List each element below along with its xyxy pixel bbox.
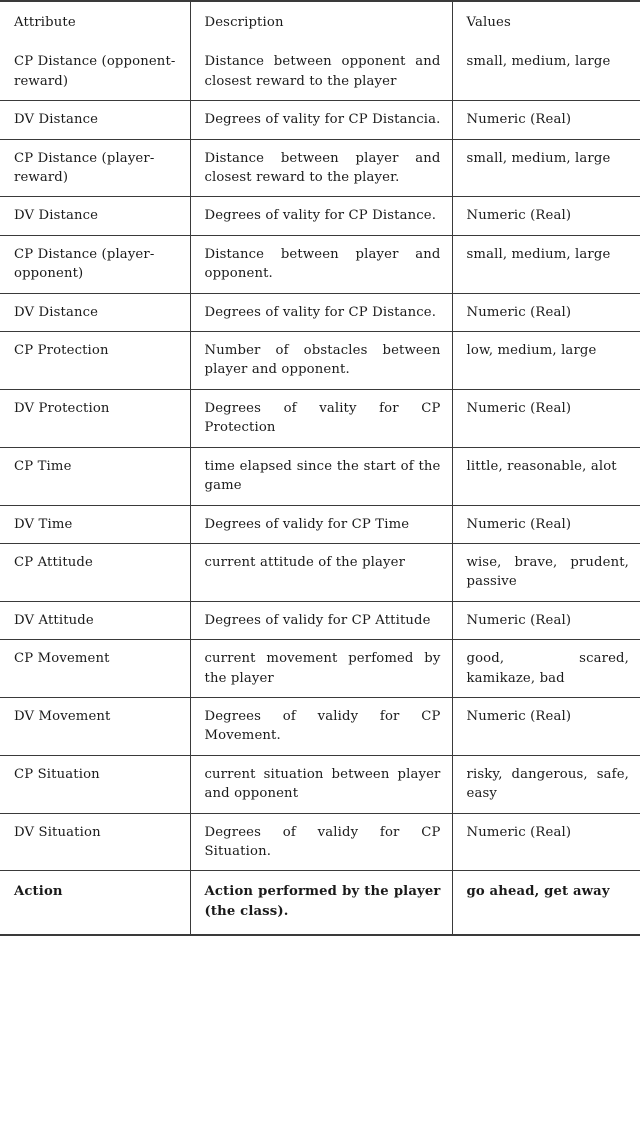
column-header-attribute: Attribute [0,1,191,44]
table-row: CP Attitude current attitude of the playe… [0,543,640,602]
cell-attribute: CP Movement [0,639,191,698]
table-header-row: Attribute Description Values [0,1,640,44]
cell-attribute: CP Attitude [0,543,191,602]
table-row: CP Movement current movement perfomed by … [0,639,640,698]
cell-values: small, medium, large [466,150,611,166]
column-header-description: Description [190,1,453,44]
cell-description: Degrees of vality for CP Distancia. [190,100,453,140]
cell-attribute: DV Distance [0,100,191,140]
cell-description: Degrees of validy for CP Situation. [190,813,453,871]
cell-description: Degrees of validy for CP Time [190,505,453,544]
cell-values: go ahead, get away [466,884,610,900]
cell-description: Number of obstacles between player and o… [190,331,453,390]
table-row: DV Movement Degrees of validy for CP Move… [0,697,640,756]
cell-description: Degrees of vality for CP Distance. [190,293,453,332]
cell-description: Degrees of vality for CP Protection [190,389,453,448]
cell-description: current movement perfomed by the player [190,639,453,698]
table-row: CP Distance (opponent-reward) Distance be… [0,43,640,101]
cell-attribute: DV Attitude [0,601,191,640]
cell-attribute: DV Protection [0,389,191,448]
table-row: DV Distance Degrees of vality for CP Dist… [0,293,640,332]
table-row: DV Protection Degrees of vality for CP Pr… [0,389,640,448]
table-row: CP Distance (player-reward) Distance betw… [0,139,640,197]
cell-description: Distance between opponent and closest re… [190,43,453,101]
cell-description: Degrees of validy for CP Movement. [190,697,453,756]
cell-description: Degrees of vality for CP Distance. [190,196,453,236]
table-row: DV Attitude Degrees of validy for CP Atti… [0,601,640,640]
table-row: CP Time time elapsed since the start of t… [0,447,640,505]
cell-description: current attitude of the player [190,543,453,602]
cell-values: small, medium, large [466,246,611,262]
cell-values: good, scared, kamikaze, bad [466,651,629,686]
cell-values: Numeric (Real) [466,304,572,320]
cell-attribute: CP Protection [0,331,191,390]
cell-values: wise, brave, prudent, passive [466,554,629,590]
cell-values: low, medium, large [466,343,597,359]
table-row: DV Situation Degrees of validy for CP Sit… [0,813,640,871]
cell-attribute: Action [0,870,191,936]
cell-description: current situation between player and opp… [190,755,453,814]
cell-description: Distance between player and closest rewa… [190,139,453,197]
cell-description: Distance between player and opponent. [190,235,453,294]
cell-attribute: CP Distance (opponent-reward) [0,43,191,101]
cell-description: Action performed by the player (the clas… [190,870,453,936]
cell-values: Numeric (Real) [466,612,572,628]
cell-attribute: DV Distance [0,196,191,236]
cell-attribute: CP Distance (player-reward) [0,139,191,197]
cell-values: Numeric (Real) [466,400,572,416]
cell-attribute: CP Distance (player-opponent) [0,235,191,294]
table-row: DV Distance Degrees of vality for CP Dist… [0,100,640,140]
cell-values: little, reasonable, alot [466,458,617,474]
cell-values: Numeric (Real) [466,112,572,128]
cell-attribute: DV Situation [0,813,191,871]
cell-values: Numeric (Real) [466,208,572,224]
column-header-values: Values [466,15,511,30]
table-row: DV Distance Degrees of vality for CP Dist… [0,196,640,236]
table-row: DV Time Degrees of validy for CP Time Nume… [0,505,640,544]
table-row: CP Situation current situation between pl… [0,755,640,814]
attribute-description-table: Attribute Description Values CP Distance… [0,0,640,937]
table-row: CP Protection Number of obstacles between… [0,331,640,390]
table-row: Action Action performed by the player (th… [0,870,640,936]
cell-values: Numeric (Real) [466,708,572,724]
cell-values: risky, dangerous, safe, easy [466,766,629,802]
cell-attribute: CP Situation [0,755,191,814]
table-body: CP Distance (opponent-reward) Distance be… [0,43,640,936]
table-row: CP Distance (player-opponent) Distance be… [0,235,640,294]
cell-attribute: DV Distance [0,293,191,332]
cell-attribute: CP Time [0,447,191,505]
cell-attribute: DV Time [0,505,191,544]
cell-values: Numeric (Real) [466,516,572,532]
cell-description: Degrees of validy for CP Attitude [190,601,453,640]
cell-attribute: DV Movement [0,697,191,756]
cell-values: small, medium, large [466,54,611,70]
cell-description: time elapsed since the start of the game [190,447,453,505]
cell-values: Numeric (Real) [466,824,572,840]
